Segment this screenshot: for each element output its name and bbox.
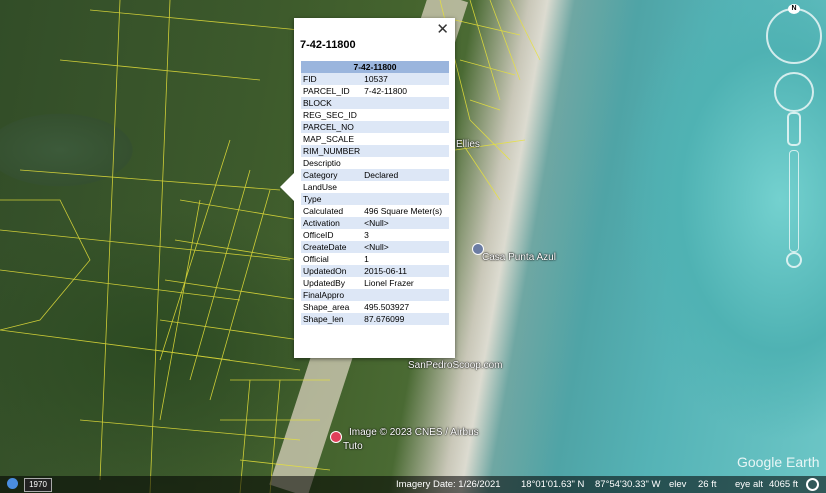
parcel-info-popup: ✕ 7-42-11800 7-42-11800 FID 10537 PARCEL_I… <box>280 18 455 358</box>
attribute-value: Declared <box>362 169 449 181</box>
attribute-key: RIM_NUMBER <box>301 145 363 157</box>
attribute-value: <Null> <box>362 241 449 253</box>
attribute-value: 7-42-11800 <box>364 86 408 96</box>
attribute-row: BLOCK <box>301 97 449 109</box>
attribute-row: CreateDate <Null> <box>301 241 449 253</box>
attribute-value <box>362 289 449 301</box>
attribute-key: LandUse <box>303 182 338 192</box>
attribute-key: Type <box>301 193 363 205</box>
popup-pointer <box>280 173 294 201</box>
attribute-key: Calculated <box>303 206 344 216</box>
attribute-row: OfficeID 3 <box>301 229 449 241</box>
attribute-key: Official <box>303 254 329 264</box>
attribute-value <box>362 121 449 133</box>
attribute-key: UpdatedBy <box>303 278 346 288</box>
attribute-key: OfficeID <box>303 230 334 240</box>
attribute-row: UpdatedOn 2015-06-11 <box>301 265 449 277</box>
label-ellies[interactable]: Ellies <box>456 139 480 150</box>
attribute-key: UpdatedOn <box>301 265 363 277</box>
attribute-value <box>362 109 449 121</box>
attribute-key: CreateDate <box>301 241 363 253</box>
imagery-date: Imagery Date: 1/26/2021 <box>396 479 501 490</box>
attribute-key: Descriptio <box>303 158 341 168</box>
attribute-value: 3 <box>364 230 369 240</box>
attribute-key: PARCEL_ID <box>303 86 350 96</box>
move-control[interactable] <box>787 112 801 146</box>
attribute-table: 7-42-11800 FID 10537 PARCEL_ID 7-42-11800 BL… <box>301 61 449 325</box>
attribute-key: MAP_SCALE <box>303 134 355 144</box>
attribute-key: FinalAppro <box>301 289 363 301</box>
attribute-row: UpdatedBy Lionel Frazer <box>301 277 449 289</box>
attribute-row: Calculated 496 Square Meter(s) <box>301 205 449 217</box>
attribute-key: Shape_len <box>301 313 363 325</box>
zoom-slider[interactable] <box>789 150 799 252</box>
attribute-key: BLOCK <box>301 97 363 109</box>
attribute-row: MAP_SCALE <box>301 133 449 145</box>
north-indicator[interactable]: N <box>788 4 800 14</box>
attribute-row: Type <box>301 193 449 205</box>
compass-control[interactable]: N <box>766 4 822 64</box>
attribute-key: REG_SEC_ID <box>303 110 357 120</box>
tuto-pin-icon[interactable] <box>330 431 342 443</box>
attribute-row: PARCEL_ID 7-42-11800 <box>301 85 449 97</box>
latitude: 18°01'01.63" N <box>521 479 585 490</box>
attribute-row: REG_SEC_ID <box>301 109 449 121</box>
attribute-row: Activation <Null> <box>301 217 449 229</box>
attribute-row: Shape_area 495.503927 <box>301 301 449 313</box>
attribute-value: 87.676099 <box>362 313 449 325</box>
attribute-row: FinalAppro <box>301 289 449 301</box>
attribute-row: Shape_len 87.676099 <box>301 313 449 325</box>
attribute-key: Activation <box>301 217 363 229</box>
attribute-value: 496 Square Meter(s) <box>364 206 443 216</box>
historical-imagery-icon[interactable] <box>7 478 18 489</box>
attribute-value: Lionel Frazer <box>364 278 414 288</box>
satellite-map-view[interactable]: Ellies Casa Punta Azul SanPedroScoop.com… <box>0 0 826 493</box>
attribute-row: RIM_NUMBER <box>301 145 449 157</box>
attribute-value: 10537 <box>362 73 449 85</box>
label-casa-punta-azul[interactable]: Casa Punta Azul <box>482 252 556 263</box>
attribute-value: 495.503927 <box>364 302 410 312</box>
longitude: 87°54'30.33" W <box>595 479 661 490</box>
elev-label: elev <box>669 479 687 490</box>
attribute-row: LandUse <box>301 181 449 193</box>
attribute-key: PARCEL_NO <box>301 121 363 133</box>
close-icon[interactable]: ✕ <box>436 20 449 38</box>
label-tuto[interactable]: Tuto <box>343 441 363 452</box>
google-earth-logo: Google Earth <box>737 454 820 470</box>
attribute-value <box>362 193 449 205</box>
eye-alt-value: 4065 ft <box>769 479 799 490</box>
status-bar: Imagery Date: 1/26/2021 18°01'01.63" N 8… <box>0 476 826 493</box>
table-header: 7-42-11800 <box>301 61 449 73</box>
loading-indicator-icon <box>806 478 819 491</box>
attribute-value <box>362 157 449 169</box>
attribute-row: Descriptio <box>301 157 449 169</box>
attribute-row: FID 10537 <box>301 73 449 85</box>
popup-title: 7-42-11800 <box>300 39 356 51</box>
eye-alt-label: eye alt <box>735 479 763 490</box>
attribute-row: Category Declared <box>301 169 449 181</box>
imagery-copyright: Image © 2023 CNES / Airbus <box>349 427 479 438</box>
attribute-value <box>362 97 449 109</box>
attribute-value <box>362 145 449 157</box>
attribute-value <box>362 133 449 145</box>
attribute-key: Shape_area <box>303 302 350 312</box>
zoom-out-icon[interactable] <box>786 252 802 268</box>
elev-value: 26 ft <box>698 479 717 490</box>
look-control[interactable] <box>774 72 814 112</box>
attribute-value: 1 <box>364 254 369 264</box>
label-sanpedroscoop[interactable]: SanPedroScoop.com <box>408 360 503 371</box>
attribute-value <box>362 181 449 193</box>
attribute-row: PARCEL_NO <box>301 121 449 133</box>
attribute-value: <Null> <box>362 217 449 229</box>
attribute-key: FID <box>301 73 363 85</box>
year-badge[interactable]: 1970 <box>24 478 52 492</box>
attribute-value: 2015-06-11 <box>362 265 449 277</box>
attribute-row: Official 1 <box>301 253 449 265</box>
attribute-key: Category <box>301 169 363 181</box>
